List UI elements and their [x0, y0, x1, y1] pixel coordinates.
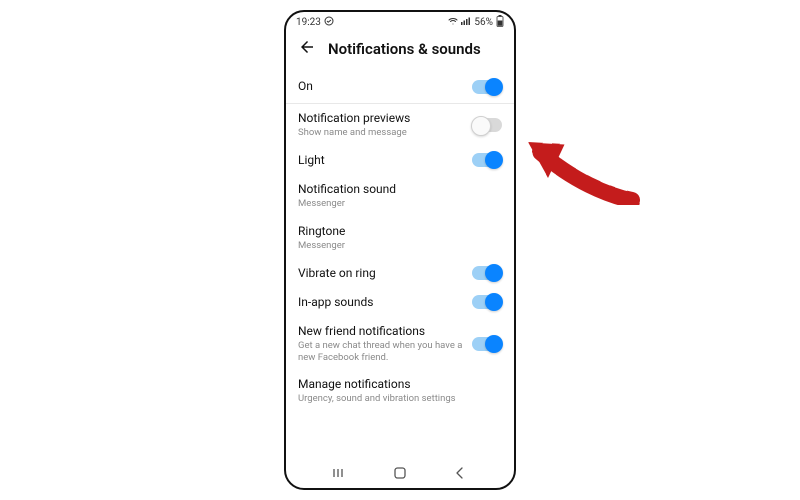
row-newfriend-sub: Get a new chat thread when you have a ne…	[298, 340, 472, 364]
row-light[interactable]: Light	[298, 146, 502, 175]
wifi-icon	[448, 17, 458, 28]
toggle-light[interactable]	[472, 153, 502, 167]
row-sound-title: Notification sound	[298, 182, 502, 197]
row-ringtone[interactable]: Ringtone Messenger	[298, 217, 502, 259]
toggle-vibrate[interactable]	[472, 266, 502, 280]
row-vibrate-title: Vibrate on ring	[298, 266, 472, 281]
row-sound-sub: Messenger	[298, 198, 502, 210]
row-ringtone-title: Ringtone	[298, 224, 502, 239]
toggle-inapp-sounds[interactable]	[472, 295, 502, 309]
row-inapp-sounds[interactable]: In-app sounds	[298, 288, 502, 317]
row-on[interactable]: On	[298, 70, 502, 103]
nav-recent-icon[interactable]	[332, 465, 348, 481]
row-previews-sub: Show name and message	[298, 127, 472, 139]
status-bar: 19:23 56%	[286, 12, 514, 32]
phone-frame: 19:23 56% Notifications & sounds	[284, 10, 516, 490]
nav-home-icon[interactable]	[392, 465, 408, 481]
row-notification-previews[interactable]: Notification previews Show name and mess…	[298, 104, 502, 146]
row-manage-title: Manage notifications	[298, 377, 502, 392]
signal-icon	[461, 17, 471, 28]
row-manage-notifications[interactable]: Manage notifications Urgency, sound and …	[298, 370, 502, 412]
row-notification-sound[interactable]: Notification sound Messenger	[298, 175, 502, 217]
row-new-friend[interactable]: New friend notifications Get a new chat …	[298, 317, 502, 371]
header-bar: Notifications & sounds	[286, 32, 514, 70]
page-title: Notifications & sounds	[328, 40, 481, 58]
battery-icon	[496, 15, 504, 30]
toggle-on[interactable]	[472, 80, 502, 94]
back-arrow-icon[interactable]	[298, 38, 316, 60]
settings-list: On Notification previews Show name and m…	[286, 70, 514, 462]
row-light-title: Light	[298, 153, 472, 168]
annotation-arrow-icon	[522, 130, 642, 220]
row-ringtone-sub: Messenger	[298, 240, 502, 252]
android-nav-bar	[286, 462, 514, 488]
toggle-new-friend[interactable]	[472, 337, 502, 351]
status-battery-text: 56%	[474, 17, 493, 28]
row-vibrate[interactable]: Vibrate on ring	[298, 259, 502, 288]
row-on-title: On	[298, 79, 472, 94]
row-manage-sub: Urgency, sound and vibration settings	[298, 393, 502, 405]
nav-back-icon[interactable]	[452, 465, 468, 481]
row-newfriend-title: New friend notifications	[298, 324, 472, 339]
row-previews-title: Notification previews	[298, 111, 472, 126]
messenger-status-icon	[324, 16, 334, 29]
status-time: 19:23	[296, 17, 321, 28]
row-inapp-title: In-app sounds	[298, 295, 472, 310]
toggle-notification-previews[interactable]	[472, 118, 502, 132]
